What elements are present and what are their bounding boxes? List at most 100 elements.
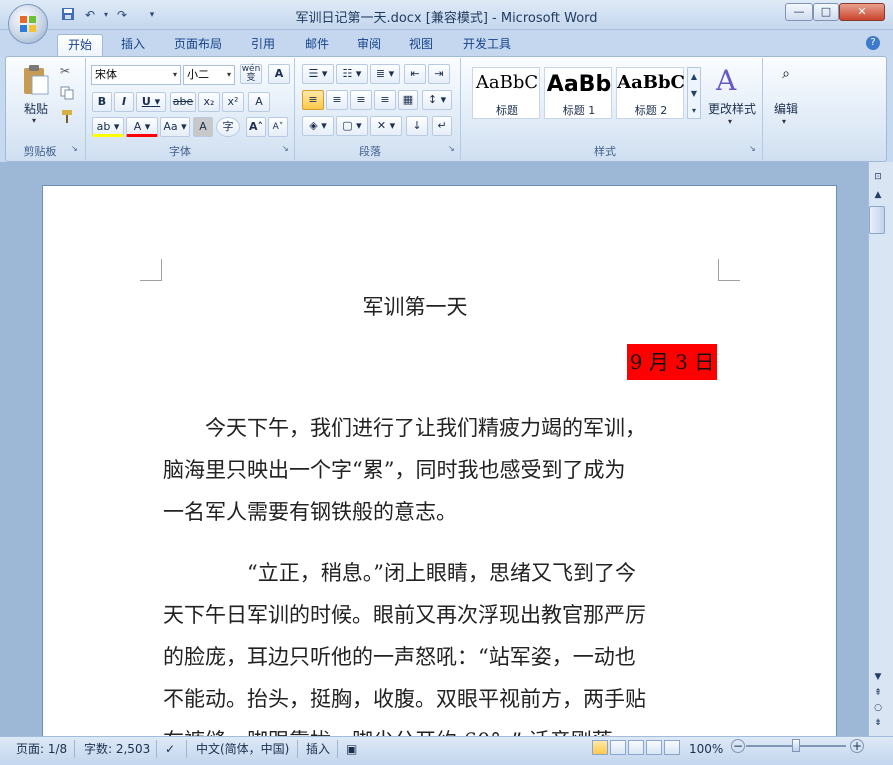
styles-scroll[interactable]: ▲ ▼ ▾	[687, 67, 701, 119]
paragraph-2-line: 不能动。抬头，挺胸，收腹。双眼平视前方，两手贴	[163, 687, 646, 711]
sort-button[interactable]: ↓	[406, 116, 428, 136]
zoom-slider-thumb[interactable]	[792, 739, 800, 752]
language-indicator[interactable]: 中文(简体，中国)	[196, 741, 289, 757]
macro-record-icon[interactable]: ▣	[346, 741, 357, 757]
scroll-thumb[interactable]	[869, 206, 885, 234]
tab-mailings[interactable]: 邮件	[294, 34, 340, 56]
increase-indent-button[interactable]: ⇥	[428, 64, 450, 84]
shading-button[interactable]: ◈ ▾	[302, 116, 334, 136]
paragraph-2-line: 天下午日军训的时候。眼前又再次浮现出教官那严厉	[163, 603, 646, 627]
outline-view-button[interactable]	[646, 740, 662, 755]
multilevel-list-button[interactable]: ≣ ▾	[370, 64, 400, 84]
help-icon[interactable]: ?	[866, 36, 880, 50]
previous-page-button[interactable]: ⇞	[870, 686, 886, 700]
cut-icon[interactable]: ✂	[60, 64, 76, 80]
justify-button[interactable]: ≡	[374, 90, 396, 110]
browse-object-button[interactable]: ○	[870, 701, 886, 715]
change-case-button[interactable]: Aa ▾	[160, 117, 190, 137]
styles-launcher-icon[interactable]: ↘	[749, 144, 756, 153]
show-marks-button[interactable]: ↵	[432, 116, 452, 136]
scroll-up-button[interactable]: ▲	[870, 188, 886, 202]
paragraph-2-line: 的脸庞，耳边只听他的一声怒吼：“站军姿，一动也	[163, 645, 636, 669]
office-logo-icon	[20, 16, 36, 32]
document-date: 9 月 3 日	[627, 344, 717, 380]
style-heading-1-sample: AaBb	[546, 72, 612, 97]
zoom-in-button[interactable]: +	[850, 739, 864, 753]
tab-insert[interactable]: 插入	[110, 34, 156, 56]
font-color-button[interactable]: A ▾	[126, 117, 158, 137]
bold-button[interactable]: B	[92, 92, 112, 112]
style-title[interactable]: AaBbC 标题	[472, 67, 540, 119]
font-family-select[interactable]: 宋体 ▾	[91, 65, 181, 85]
character-shading-button[interactable]: A	[193, 117, 213, 137]
vertical-scrollbar[interactable]	[868, 162, 893, 736]
paste-button[interactable]: 粘贴 ▾	[20, 62, 52, 128]
italic-button[interactable]: I	[114, 92, 134, 112]
underline-button[interactable]: U ▾	[136, 92, 166, 112]
tab-developer[interactable]: 开发工具	[456, 34, 518, 56]
zoom-out-button[interactable]: −	[731, 739, 745, 753]
status-separator	[186, 740, 187, 758]
subscript-button[interactable]: x₂	[198, 92, 220, 112]
format-painter-icon[interactable]	[60, 108, 76, 124]
grow-font-button[interactable]: A˄	[246, 117, 266, 137]
scroll-down-button[interactable]: ▼	[870, 670, 886, 684]
chinese-layout-button[interactable]: ✕ ▾	[370, 116, 402, 136]
next-page-button[interactable]: ⇟	[870, 716, 886, 730]
copy-icon[interactable]	[60, 86, 76, 102]
tab-home[interactable]: 开始	[57, 34, 103, 56]
paste-icon	[24, 65, 49, 95]
paste-dropdown-icon[interactable]: ▾	[32, 116, 36, 125]
full-screen-reading-view-button[interactable]	[610, 740, 626, 755]
close-button[interactable]: ✕	[839, 3, 885, 21]
insert-mode[interactable]: 插入	[306, 741, 330, 757]
clipboard-launcher-icon[interactable]: ↘	[71, 144, 78, 153]
change-styles-button[interactable]: A 更改样式 ▾	[706, 64, 758, 128]
edit-dropdown-icon: ▾	[782, 117, 787, 126]
ruler-toggle-icon[interactable]: ⊡	[870, 170, 886, 184]
bullets-button[interactable]: ☰ ▾	[302, 64, 334, 84]
superscript-button[interactable]: x²	[222, 92, 244, 112]
style-heading-2[interactable]: AaBbC 标题 2	[616, 67, 685, 119]
paragraph-launcher-icon[interactable]: ↘	[448, 144, 455, 153]
style-heading-1[interactable]: AaBb 标题 1	[544, 67, 612, 119]
window-title: 军训日记第一天.docx [兼容模式] - Microsoft Word	[295, 11, 598, 26]
font-launcher-icon[interactable]: ↘	[282, 144, 289, 153]
phonetic-guide-button[interactable]: wén 变	[240, 64, 262, 84]
clipboard-group-label: 剪贴板	[23, 145, 57, 158]
word-count[interactable]: 字数: 2,503	[84, 741, 150, 757]
edit-button[interactable]: ⌕ 编辑 ▾	[768, 64, 804, 130]
numbering-button[interactable]: ☷ ▾	[336, 64, 368, 84]
status-separator	[297, 740, 298, 758]
page-count[interactable]: 页面: 1/8	[16, 741, 67, 757]
paragraph-1-line: 今天下午，我们进行了让我们精疲力竭的军训，	[205, 416, 646, 440]
paragraph-1: 今天下午，我们进行了让我们精疲力竭的军训， 脑海里只映出一个字“累”，同时我也感…	[163, 407, 723, 533]
margin-corner-top-left	[140, 259, 162, 281]
tab-references[interactable]: 引用	[240, 34, 286, 56]
style-heading-1-name: 标题 1	[562, 104, 596, 117]
draft-view-button[interactable]	[664, 740, 680, 755]
tab-review[interactable]: 审阅	[346, 34, 392, 56]
enclose-characters-button[interactable]: 字	[216, 117, 240, 137]
highlight-color-button[interactable]: ab ▾	[92, 117, 124, 137]
decrease-indent-button[interactable]: ⇤	[404, 64, 426, 84]
character-border-button[interactable]: A	[268, 64, 290, 84]
maximize-button[interactable]: □	[813, 3, 839, 21]
borders-button[interactable]: ▢ ▾	[336, 116, 368, 136]
tab-page-layout[interactable]: 页面布局	[168, 34, 228, 56]
distributed-button[interactable]: ▦	[398, 90, 418, 110]
minimize-button[interactable]: —	[785, 3, 813, 21]
proofing-icon[interactable]: ✓	[165, 741, 175, 757]
shrink-font-button[interactable]: A˅	[268, 117, 288, 137]
print-layout-view-button[interactable]	[592, 740, 608, 755]
line-spacing-button[interactable]: ↕ ▾	[422, 90, 452, 110]
align-right-button[interactable]: ≡	[350, 90, 372, 110]
font-size-select[interactable]: 小二 ▾	[183, 65, 235, 85]
align-left-button[interactable]: ≡	[302, 90, 324, 110]
zoom-level[interactable]: 100%	[689, 741, 723, 757]
web-layout-view-button[interactable]	[628, 740, 644, 755]
tab-view[interactable]: 视图	[398, 34, 444, 56]
strikethrough-button[interactable]: abe	[170, 92, 196, 112]
clear-formatting-button[interactable]: A	[248, 92, 270, 112]
align-center-button[interactable]: ≡	[326, 90, 348, 110]
